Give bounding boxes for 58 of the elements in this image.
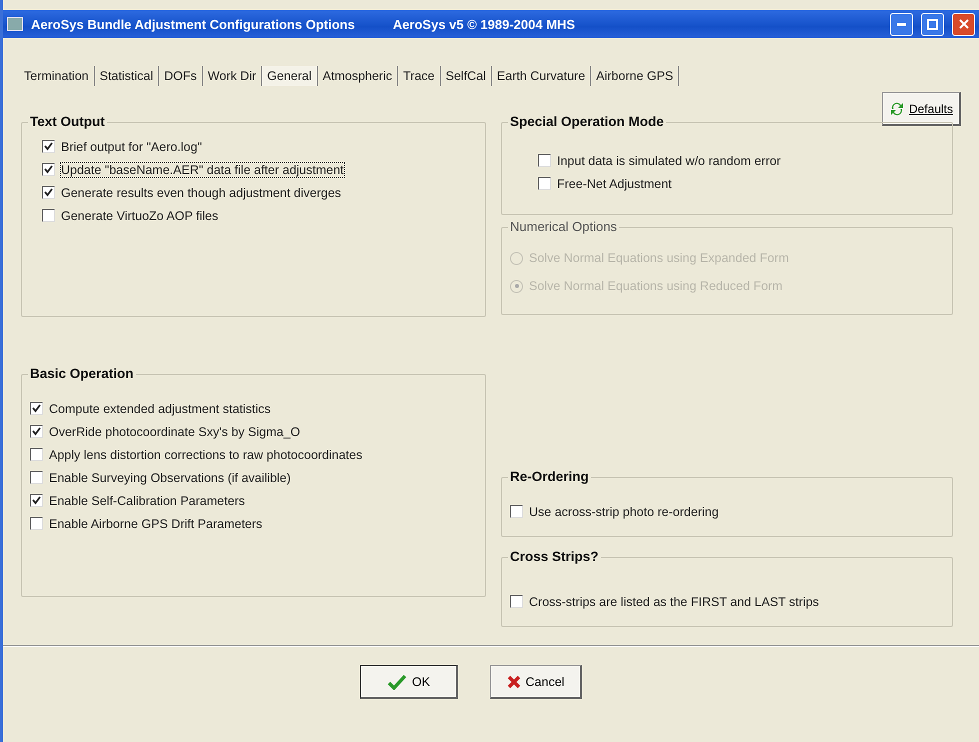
tab[interactable]: Airborne GPS — [591, 66, 680, 86]
checkbox[interactable] — [42, 186, 55, 199]
tab[interactable]: DOFs — [159, 66, 203, 86]
checkbox[interactable] — [30, 448, 43, 461]
checkbox-label: Enable Self-Calibration Parameters — [49, 494, 245, 508]
checkbox[interactable] — [30, 494, 43, 507]
maximize-button[interactable] — [921, 12, 944, 36]
checkbox[interactable] — [42, 209, 55, 222]
checkbox[interactable] — [30, 425, 43, 438]
dialog-button[interactable]: Cancel — [490, 665, 582, 699]
checkbox[interactable] — [30, 517, 43, 530]
window-title: AeroSys Bundle Adjustment Configurations Options — [31, 16, 355, 32]
defaults-button[interactable]: Defaults — [882, 92, 961, 126]
group-title: Text Output — [28, 114, 107, 129]
checkbox-label: Compute extended adjustment statistics — [49, 402, 271, 416]
checkbox-label: Update "baseName.AER" data file after adjustment — [61, 162, 344, 176]
group-title: Cross Strips? — [508, 549, 601, 564]
minimize-icon — [897, 22, 906, 26]
checkbox-label: Input data is simulated w/o random error — [557, 154, 781, 168]
tab[interactable]: Atmospheric — [318, 66, 398, 86]
dialog-button[interactable]: OK — [360, 665, 458, 699]
tab[interactable]: Termination — [19, 66, 95, 86]
window-subtitle: AeroSys v5 © 1989-2004 MHS — [392, 16, 576, 32]
checkbox-label: Generate results even though adjustment diverges — [61, 186, 342, 200]
app-icon — [7, 17, 23, 31]
checkbox-label: Use across-strip photo re-ordering — [529, 504, 719, 518]
checkbox[interactable] — [510, 595, 523, 608]
group-title: Special Operation Mode — [508, 114, 666, 129]
checkbox[interactable] — [30, 471, 43, 484]
checkbox-label: Brief output for "Aero.log" — [61, 140, 202, 154]
checkmark-icon — [386, 674, 407, 690]
tab[interactable]: Statistical — [94, 66, 160, 86]
group-title: Numerical Options — [508, 219, 619, 234]
checkbox[interactable] — [42, 140, 55, 153]
checkbox-label: OverRide photocoordinate Sxy's by Sigma_O — [49, 424, 300, 438]
tab[interactable]: Trace — [398, 66, 441, 86]
checkbox[interactable] — [510, 505, 523, 518]
checkbox-label: Generate VirtuoZo AOP files — [61, 208, 218, 222]
checkbox-label: Enable Airborne GPS Drift Parameters — [49, 516, 262, 530]
close-icon — [958, 19, 968, 29]
refresh-icon — [888, 100, 905, 116]
checkbox-label: Free-Net Adjustment — [557, 176, 672, 190]
maximize-icon — [927, 18, 938, 30]
tab[interactable]: General — [262, 66, 318, 86]
group-title: Basic Operation — [28, 366, 136, 381]
close-icon — [506, 674, 521, 688]
checkbox-label: Enable Surveying Observations (if availible) — [49, 470, 291, 484]
checkbox[interactable] — [42, 163, 55, 176]
checkbox[interactable] — [538, 154, 551, 167]
close-button[interactable] — [952, 12, 975, 36]
checkbox-label: Apply lens distortion corrections to raw photocoordinates — [49, 448, 362, 462]
checkbox[interactable] — [538, 177, 551, 190]
checkbox[interactable] — [30, 402, 43, 415]
tab[interactable]: Earth Curvature — [492, 66, 592, 86]
minimize-button[interactable] — [890, 12, 913, 36]
checkbox-label: Cross-strips are listed as the FIRST and LAST strips — [529, 594, 819, 608]
tab[interactable]: SelfCal — [440, 66, 492, 86]
group-title: Re-Ordering — [508, 469, 591, 484]
